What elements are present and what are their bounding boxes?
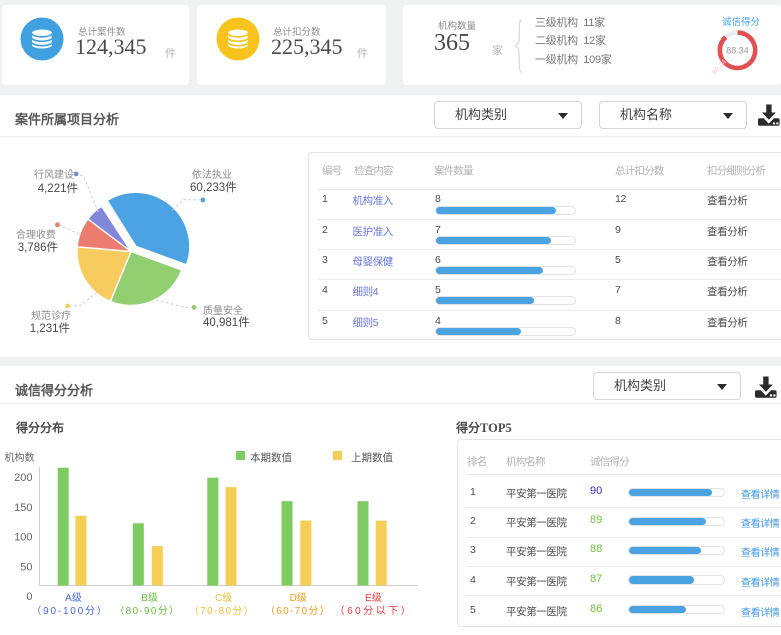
svg-text:50: 50: [20, 561, 32, 573]
svg-text:150: 150: [14, 502, 32, 514]
svg-text:100: 100: [14, 532, 32, 544]
svg-text:88.34: 88.34: [726, 45, 749, 55]
svg-text:200: 200: [14, 472, 32, 484]
